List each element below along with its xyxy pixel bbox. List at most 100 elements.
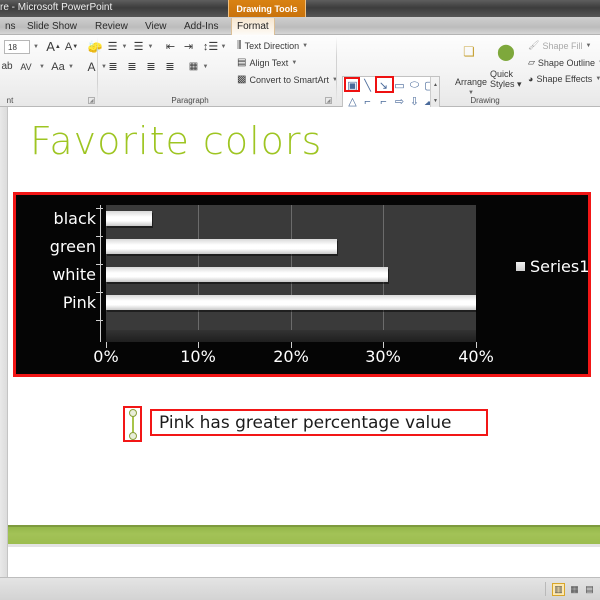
chart-bar-green[interactable] [106,239,337,254]
ribbon-tab-add-ins[interactable]: Add-Ins [179,18,223,35]
align-text-icon: ▤ [237,57,247,68]
chart-category-label: Pink [62,293,96,312]
contextual-tab-drawing-tools: Drawing Tools [228,0,306,17]
slide-show-view-button[interactable]: ▼ [596,583,600,596]
chart-axis-tick [96,264,103,265]
chart-floor [106,330,476,342]
chart-y-axis [100,205,101,342]
chart-axis-tick [96,208,103,209]
chart-bar-pink[interactable] [106,295,476,310]
chart-axis-tick [96,292,103,293]
shape-line-icon[interactable]: ╲ [360,78,375,93]
shape-effects-button[interactable]: ◕ Shape Effects ▼ [528,74,600,84]
align-right-icon[interactable]: ≣ [143,59,159,74]
quick-styles-button[interactable]: Quick Styles ▾ [490,69,522,89]
quick-styles-icon[interactable]: ⬤ [493,39,519,65]
slide-title[interactable]: Favorite colors [30,119,322,163]
bullets-dropdown-icon[interactable]: ▼ [120,39,129,54]
shape-fill-button[interactable]: 🖌 Shape Fill ▼ [528,40,591,51]
font-group-label: nt [6,96,14,105]
chart-bar-black[interactable] [106,211,152,226]
decrease-indent-icon[interactable]: ⇤ [163,39,178,54]
strikethrough-icon[interactable]: ab [0,59,14,74]
line-spacing-dropdown-icon[interactable]: ▼ [219,39,228,54]
chart-x-tick-label: 20% [273,347,309,366]
align-left-icon[interactable]: ≣ [105,59,121,74]
reading-view-button[interactable]: ▤ [583,583,596,596]
shape-outline-icon: ▱ [528,57,535,67]
chart-x-tick-label: 0% [93,347,119,366]
text-direction-icon: ⫼ [237,40,242,51]
shape-rectangle-icon[interactable]: ▭ [392,78,407,93]
line-spacing-icon[interactable]: ↕☰ [203,39,218,54]
grow-font-button[interactable]: A ▲ [45,38,62,55]
shape-oval-icon[interactable]: ⬭ [407,78,422,93]
ribbon-tab-ns[interactable]: ns [0,18,21,35]
columns-icon[interactable]: ▦ [186,59,201,74]
numbering-icon[interactable]: ☰ [131,39,146,54]
gallery-scroll-up-icon[interactable]: ▲ [431,77,440,93]
chart-legend-label: Series1 [530,257,590,276]
ribbon-tab-slide-show[interactable]: Slide Show [22,18,82,35]
normal-view-button[interactable]: ▥ [552,583,565,596]
slide-design-band [8,525,600,547]
chart-object[interactable]: black green white Pink 0% 10% 20% 30% 40… [13,192,591,377]
chart-bar-white[interactable] [106,267,388,282]
paragraph-group-label: Paragraph [171,96,209,105]
justify-icon[interactable]: ≣ [162,59,178,74]
increase-indent-icon[interactable]: ⇥ [181,39,196,54]
align-center-icon[interactable]: ≣ [124,59,140,74]
chart-category-label: green [49,237,96,256]
font-size-dropdown-icon[interactable]: ▼ [31,41,41,53]
shape-outline-button[interactable]: ▱ Shape Outline ▼ [528,57,600,68]
ribbon-tab-row: ns Slide Show Review View Add-Ins Format [0,17,600,35]
font-size-input[interactable]: 18 [4,40,30,54]
chart-x-tick-label: 10% [180,347,216,366]
window-titlebar: re - Microsoft PowerPoint Drawing Tools [0,0,600,17]
chart-legend[interactable]: Series1 [516,257,589,276]
bullets-icon[interactable]: ☰ [105,39,120,54]
slide-sorter-view-button[interactable]: ▦ [568,583,581,596]
paragraph-dialog-launcher[interactable]: ◢ [325,97,332,104]
ribbon: 18 ▼ A ▲ A ▼ 🧽 ab AV ▼ Aa ▼ A ▼ nt ◢ ☰ ▼ ☰… [0,35,600,126]
convert-to-smartart-button[interactable]: ▩ Convert to SmartArt ▼ [237,74,338,85]
smartart-icon: ▩ [237,74,247,85]
chart-axis-tick [96,320,103,321]
shape-effects-icon: ◕ [528,74,534,84]
annotation-box-arrow-shape [123,406,142,442]
ribbon-tab-review[interactable]: Review [90,18,133,35]
ribbon-tab-view[interactable]: View [140,18,172,35]
align-text-button[interactable]: ▤ Align Text ▼ [237,57,297,68]
clear-formatting-icon[interactable]: 🧽 [86,38,104,55]
slide-canvas[interactable]: Favorite colors black green white Pink 0… [8,107,600,577]
shape-line-arrow-icon[interactable]: ↘ [376,78,391,93]
text-direction-button[interactable]: ⫼ Text Direction ▼ [237,40,308,51]
columns-dropdown-icon[interactable]: ▼ [201,59,210,74]
font-dialog-launcher[interactable]: ◢ [88,97,95,104]
status-bar: ▥ ▦ ▤ ▼ [0,577,600,600]
chart-plot-background: black green white Pink 0% 10% 20% 30% 40… [16,195,589,374]
shape-fill-icon: 🖌 [528,40,540,50]
arrange-button[interactable]: Arrange [455,77,487,87]
shape-handle-bottom[interactable] [129,432,137,440]
shape-handle-top[interactable] [129,409,137,417]
annotation-box-caption[interactable]: Pink has greater percentage value [150,409,488,436]
change-case-dropdown-icon[interactable]: ▼ [66,59,76,74]
quick-styles-label-line1: Quick [490,69,514,79]
shape-recent-icon[interactable]: ▣ [345,78,360,93]
arrange-icon[interactable]: ❏ [458,41,480,63]
ribbon-tab-format[interactable]: Format [231,18,275,35]
numbering-dropdown-icon[interactable]: ▼ [146,39,155,54]
drawing-group-label: Drawing [470,96,500,105]
quick-styles-label-line2: Styles ▾ [490,79,522,89]
chart-x-tick-label: 40% [458,347,494,366]
status-separator [545,582,546,596]
shrink-font-button[interactable]: A ▼ [63,38,80,55]
slides-thumbnail-pane[interactable] [0,107,8,577]
change-case-icon[interactable]: Aa [49,59,67,74]
character-spacing-icon[interactable]: AV [15,59,37,74]
app-title: re - Microsoft PowerPoint [0,2,113,13]
character-spacing-dropdown-icon[interactable]: ▼ [37,59,47,74]
caption-text: Pink has greater percentage value [159,412,452,433]
group-separator [336,37,337,103]
